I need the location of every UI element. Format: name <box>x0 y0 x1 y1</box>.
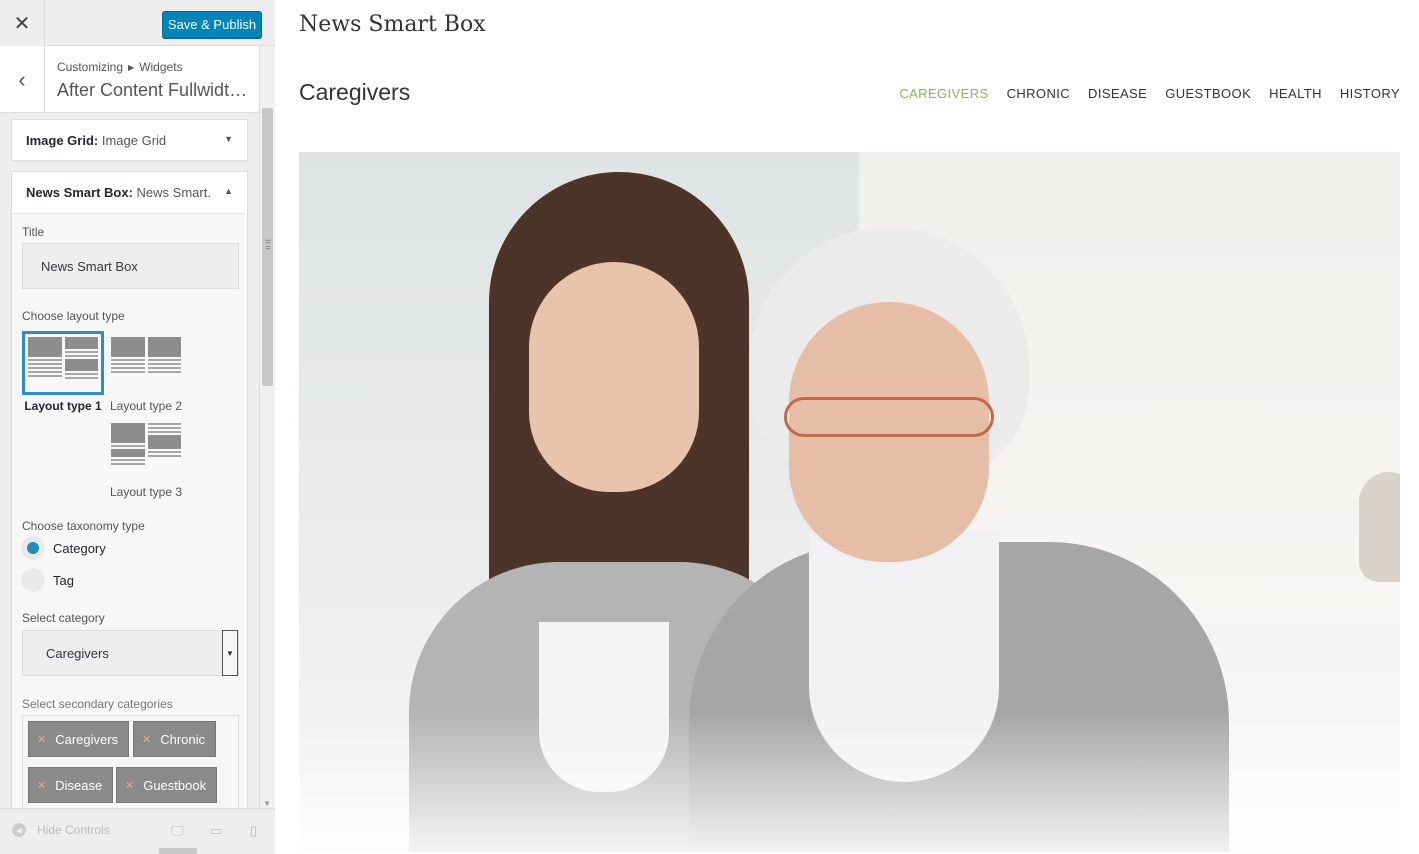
sidebar-scrollbar[interactable]: = = ▼ <box>259 46 275 808</box>
nav-item-guestbook[interactable]: GUESTBOOK <box>1165 86 1251 101</box>
radio-label: Category <box>53 540 106 556</box>
nav-item-disease[interactable]: DISEASE <box>1088 86 1147 101</box>
remove-tag-icon[interactable]: ✕ <box>37 779 46 792</box>
image-vase <box>1359 472 1400 582</box>
nav-item-caregivers[interactable]: CAREGIVERS <box>899 86 988 101</box>
layout-type-label: Choose layout type <box>22 309 125 323</box>
widget-name: News Smart... <box>132 185 211 200</box>
radio-button[interactable] <box>21 568 45 592</box>
caret-down-icon[interactable]: ▼ <box>224 134 233 144</box>
remove-tag-icon[interactable]: ✕ <box>142 733 151 746</box>
widget-type: News Smart Box: <box>26 185 133 200</box>
layout-option-1[interactable]: Layout type 1 <box>22 331 104 413</box>
widget-form: Title News Smart Box Choose layout type … <box>12 214 247 820</box>
breadcrumb-leaf: Widgets <box>139 60 183 74</box>
tag-label: Guestbook <box>143 777 207 793</box>
image-fade-overlay <box>299 712 1400 852</box>
layout-option-3[interactable]: Layout type 3 <box>105 417 187 499</box>
caret-down-icon[interactable]: ▼ <box>222 630 238 676</box>
layout-option-label: Layout type 3 <box>109 485 183 499</box>
layout-3-thumbnail <box>105 417 187 481</box>
widget-title: Image Grid: Image Grid <box>26 133 166 148</box>
desktop-icon[interactable]: 🖵 <box>171 823 184 839</box>
back-arrow-icon[interactable]: ‹ <box>0 46 45 113</box>
nav-item-health[interactable]: HEALTH <box>1269 86 1322 101</box>
widget-image-grid[interactable]: Image Grid: Image Grid ▼ <box>11 119 248 161</box>
radio-label: Tag <box>53 572 74 588</box>
featured-image[interactable] <box>299 152 1400 852</box>
tag-chip[interactable]: ✕ Guestbook <box>116 767 218 803</box>
tag-chip[interactable]: ✕ Chronic <box>133 721 217 757</box>
breadcrumb-root: Customizing <box>57 60 124 74</box>
remove-tag-icon[interactable]: ✕ <box>125 779 134 792</box>
radio-button[interactable] <box>21 536 45 560</box>
section-title: After Content Fullwidth... <box>57 80 252 100</box>
customizer-footer: ◀ Hide Controls 🖵 ▭ ▯ <box>0 808 275 854</box>
radio-tag[interactable]: Tag <box>21 568 74 592</box>
caret-up-icon[interactable]: ▲ <box>224 186 233 196</box>
close-icon[interactable]: ✕ <box>0 0 45 46</box>
layout-1-thumbnail <box>22 331 104 395</box>
select-category-label: Select category <box>22 611 105 625</box>
widget-title: News Smart Box: News Smart... <box>26 185 211 200</box>
scroll-grip-icon: = = <box>265 237 271 254</box>
category-select-value: Caregivers <box>46 645 109 661</box>
tag-chip[interactable]: ✕ Disease <box>28 767 114 803</box>
customizer-header: ✕ Save & Publish <box>0 0 275 46</box>
customizer-sidebar: ✕ Save & Publish ‹ Customizing ▶ Widgets A… <box>0 0 275 854</box>
breadcrumb: Customizing ▶ Widgets <box>57 60 183 74</box>
widget-news-smart-box: News Smart Box: News Smart... ▲ Title Ne… <box>11 171 248 821</box>
scroll-down-icon[interactable]: ▼ <box>263 799 271 808</box>
category-select[interactable]: Caregivers ▼ <box>22 630 239 676</box>
nav-item-chronic[interactable]: CHRONIC <box>1007 86 1070 101</box>
taxonomy-type-label: Choose taxonomy type <box>22 519 145 533</box>
main-navigation: CAREGIVERS CHRONIC DISEASE GUESTBOOK HEA… <box>899 86 1400 101</box>
widget-name: Image Grid <box>98 133 167 148</box>
collapse-icon: ◀ <box>12 823 26 837</box>
tag-label: Disease <box>55 777 103 793</box>
secondary-categories-label: Select secondary categories <box>22 697 173 711</box>
active-device-indicator <box>159 848 197 854</box>
title-label: Title <box>22 225 45 239</box>
tag-label: Caregivers <box>55 731 119 747</box>
hide-controls-label: Hide Controls <box>37 823 110 837</box>
tag-chip[interactable]: ✕ Caregivers <box>28 721 130 757</box>
remove-tag-icon[interactable]: ✕ <box>37 733 46 746</box>
hide-controls-button[interactable]: ◀ Hide Controls <box>12 823 110 837</box>
image-glasses <box>784 397 994 437</box>
tablet-icon[interactable]: ▭ <box>210 823 222 839</box>
layout-option-label: Layout type 1 <box>24 399 102 413</box>
site-preview: News Smart Box Caregivers CAREGIVERS CHR… <box>276 0 1419 854</box>
category-title: Caregivers <box>299 79 411 105</box>
widget-header[interactable]: News Smart Box: News Smart... ▲ <box>12 172 247 214</box>
secondary-categories-box[interactable]: ✕ Caregivers ✕ Chronic ✕ Disease ✕ Guestbook <box>22 715 239 820</box>
widget-type: Image Grid: <box>26 133 99 148</box>
layout-2-thumbnail <box>105 331 187 395</box>
breadcrumb-separator-icon: ▶ <box>128 63 135 72</box>
nav-item-history[interactable]: HISTORY <box>1340 86 1400 101</box>
image-young-woman-face <box>529 262 699 492</box>
site-title[interactable]: News Smart Box <box>299 12 486 37</box>
layout-option-label: Layout type 2 <box>109 399 183 413</box>
tag-label: Chronic <box>160 731 206 747</box>
section-header: ‹ Customizing ▶ Widgets After Content Full… <box>0 46 260 113</box>
radio-category[interactable]: Category <box>21 536 106 560</box>
layout-option-2[interactable]: Layout type 2 <box>105 331 187 413</box>
mobile-icon[interactable]: ▯ <box>250 823 257 839</box>
save-publish-button[interactable]: Save & Publish <box>162 11 262 38</box>
title-input[interactable]: News Smart Box <box>22 243 239 289</box>
